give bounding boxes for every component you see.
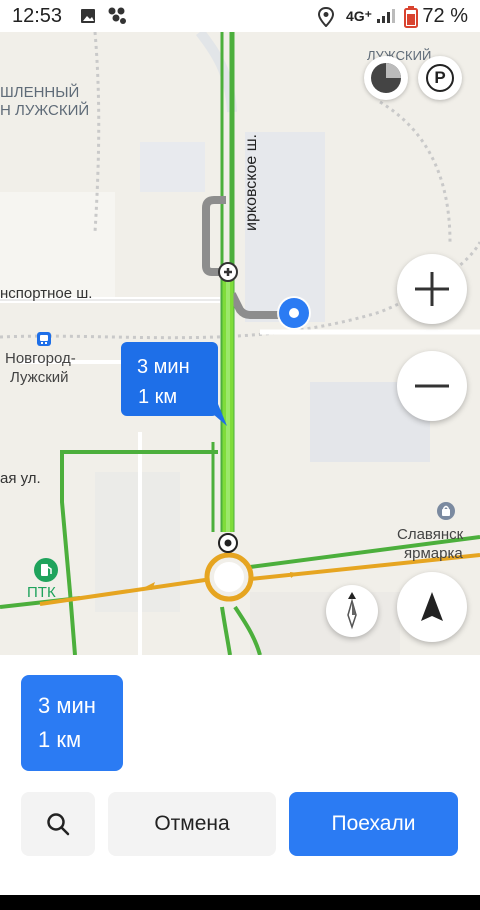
map-label-district-2: Н ЛУЖСКИЙ <box>0 102 90 119</box>
route-panel: 3 мин 1 км Отмена Поехали <box>0 655 480 895</box>
signal-icon <box>377 9 395 23</box>
route-summary-time: 3 мин <box>38 693 96 718</box>
my-location-button[interactable] <box>397 572 467 642</box>
route-summary-distance: 1 км <box>38 727 82 752</box>
compass-icon <box>347 592 357 630</box>
map-label-street-left: ая ул. <box>0 470 41 487</box>
route-time-bubble[interactable]: 3 мин 1 км <box>121 342 227 426</box>
navigation-arrow-icon <box>421 592 443 621</box>
parking-button[interactable]: P <box>418 56 462 100</box>
search-icon <box>47 813 70 836</box>
layers-icon <box>371 63 401 93</box>
search-button[interactable] <box>21 792 95 856</box>
battery-percent: 72 % <box>422 5 468 27</box>
plus-icon <box>415 272 449 306</box>
battery-icon <box>404 6 418 28</box>
app-dots-icon <box>108 7 126 24</box>
map-label-ptk: ПТК <box>27 584 56 601</box>
map-view[interactable]: ШЛЕННЫЙ Н ЛУЖСКИЙ ЛУЖСКИЙ нспортное ш. Н… <box>0 32 480 655</box>
bubble-distance: 1 км <box>138 386 178 408</box>
bubble-time: 3 мин <box>137 356 190 378</box>
gallery-icon <box>81 9 95 23</box>
zoom-in-button[interactable] <box>397 254 467 324</box>
map-label-street-vertical: ирковское ш. <box>243 134 260 231</box>
route-summary-card[interactable]: 3 мин 1 км <box>21 675 123 771</box>
gas-station-icon <box>34 558 58 582</box>
screen: 12:53 4G⁺ 72 % ШЛЕННЫЙ Н ЛУЖСКИЙ ЛУЖСКИЙ… <box>0 0 480 910</box>
map-label-district-1: ШЛЕННЫЙ <box>0 84 80 101</box>
map-label-station-1: Новгород- <box>5 350 76 367</box>
map-label-station-2: Лужский <box>10 369 69 386</box>
go-button[interactable]: Поехали <box>289 792 458 856</box>
map-label-transport-road: нспортное ш. <box>0 285 93 302</box>
parking-icon: P <box>426 64 454 92</box>
zoom-out-button[interactable] <box>397 351 467 421</box>
cancel-button[interactable]: Отмена <box>108 792 276 856</box>
network-type: 4G⁺ <box>346 8 373 24</box>
train-station-icon <box>37 332 51 346</box>
bubble-pointer <box>213 404 227 426</box>
status-bar: 12:53 4G⁺ 72 % <box>0 0 480 32</box>
location-icon <box>318 7 334 27</box>
map-label-market-2: ярмарка <box>404 545 463 562</box>
minus-icon <box>415 384 449 388</box>
status-time: 12:53 <box>12 5 63 27</box>
compass-button[interactable] <box>326 585 378 637</box>
map-label-market-1: Славянск <box>397 526 464 543</box>
shop-icon <box>437 502 455 520</box>
layers-button[interactable] <box>364 56 408 100</box>
system-nav-bar <box>0 895 480 910</box>
